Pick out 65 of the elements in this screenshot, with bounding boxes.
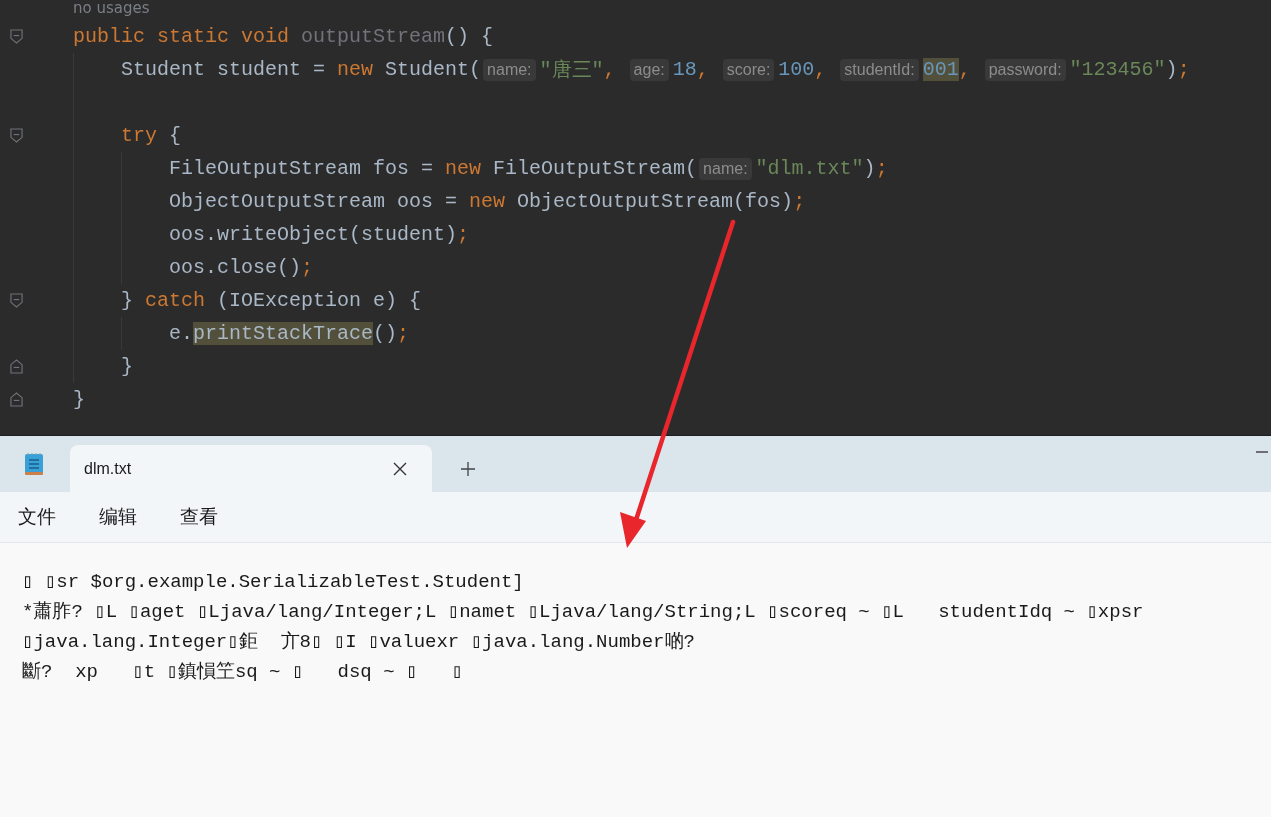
code-token: ; <box>301 256 314 279</box>
code-token: new <box>469 190 507 213</box>
fold-icon[interactable] <box>10 29 23 44</box>
code-token: ; <box>793 190 806 213</box>
code-token: "123456" <box>1069 58 1166 81</box>
fold-icon[interactable] <box>10 128 23 143</box>
code-token: , <box>814 58 828 81</box>
code-token: , <box>603 58 617 81</box>
code-token: FileOutputStream fos = <box>169 157 435 180</box>
menu-item[interactable]: 编辑 <box>99 504 137 530</box>
menu-item[interactable]: 查看 <box>180 504 218 530</box>
file-tab[interactable]: dlm.txt <box>70 445 432 492</box>
parameter-hint: score: <box>722 58 775 81</box>
code-token: printStackTrace <box>193 322 374 345</box>
close-icon[interactable] <box>393 461 407 476</box>
code-token: (IOException e) { <box>217 289 422 312</box>
code-token: } <box>121 355 133 378</box>
parameter-hint: name: <box>699 157 752 180</box>
code-token: } <box>73 388 85 411</box>
code-token: () { <box>445 25 494 48</box>
code-token: 001 <box>922 58 959 81</box>
text-line: ▯java.lang.Integer▯鉅 亣8▯ ▯I ▯valuexr ▯java.lang.Number啲? <box>22 630 696 655</box>
text-line: ▯ ▯sr $org.example.SerializableTest.Student] <box>22 570 525 595</box>
code-token: catch <box>145 289 207 312</box>
code-token: new <box>337 58 375 81</box>
code-token: ObjectOutputStream oos = <box>169 190 459 213</box>
code-token: 18 <box>672 58 697 81</box>
code-token: outputStream <box>301 25 446 48</box>
code-token: } <box>121 289 134 312</box>
code-token: no usages <box>73 0 150 16</box>
code-token: ; <box>875 157 888 180</box>
code-token: try <box>121 124 158 147</box>
code-token: { <box>169 124 182 147</box>
text-line: 斷? xp ▯t ▯鎮愪笁sq ~ ▯ dsq ~ ▯ ▯ <box>22 660 465 685</box>
code-token: 100 <box>778 58 815 81</box>
code-token: ; <box>1177 58 1190 81</box>
code-token: "唐三" <box>539 58 604 83</box>
code-token: , <box>696 58 710 81</box>
fold-icon[interactable] <box>10 293 23 308</box>
code-token: () <box>373 322 398 345</box>
fold-icon[interactable] <box>10 392 23 407</box>
code-token: ObjectOutputStream(fos) <box>517 190 794 213</box>
code-token: oos.close() <box>169 256 302 279</box>
code-token: "dlm.txt" <box>755 157 864 180</box>
parameter-hint: password: <box>984 58 1066 81</box>
code-token: e. <box>169 322 193 345</box>
notepad-icon <box>24 452 44 476</box>
code-token: Student student = <box>121 58 327 81</box>
code-token: ; <box>397 322 410 345</box>
menu-item[interactable]: 文件 <box>18 504 56 530</box>
text-line: *蕭胙? ▯L ▯aget ▯Ljava/lang/Integer;L ▯namet ▯Ljava/lang/String;L ▯scoreq ~ ▯L studentIdq ~ ▯xpsr <box>22 600 1145 625</box>
add-tab-icon[interactable] <box>460 461 476 477</box>
code-token: , <box>958 58 972 81</box>
code-token: public static void <box>73 25 291 48</box>
parameter-hint: age: <box>629 58 669 81</box>
parameter-hint: name: <box>483 58 536 81</box>
fold-icon[interactable] <box>10 359 23 374</box>
code-token: ) <box>863 157 876 180</box>
code-token: ) <box>1165 58 1178 81</box>
parameter-hint: studentId: <box>840 58 919 81</box>
code-token: Student( <box>385 58 482 81</box>
code-token: oos.writeObject(student) <box>169 223 458 246</box>
code-token: ; <box>457 223 470 246</box>
code-token: FileOutputStream( <box>493 157 698 180</box>
code-token: new <box>445 157 483 180</box>
